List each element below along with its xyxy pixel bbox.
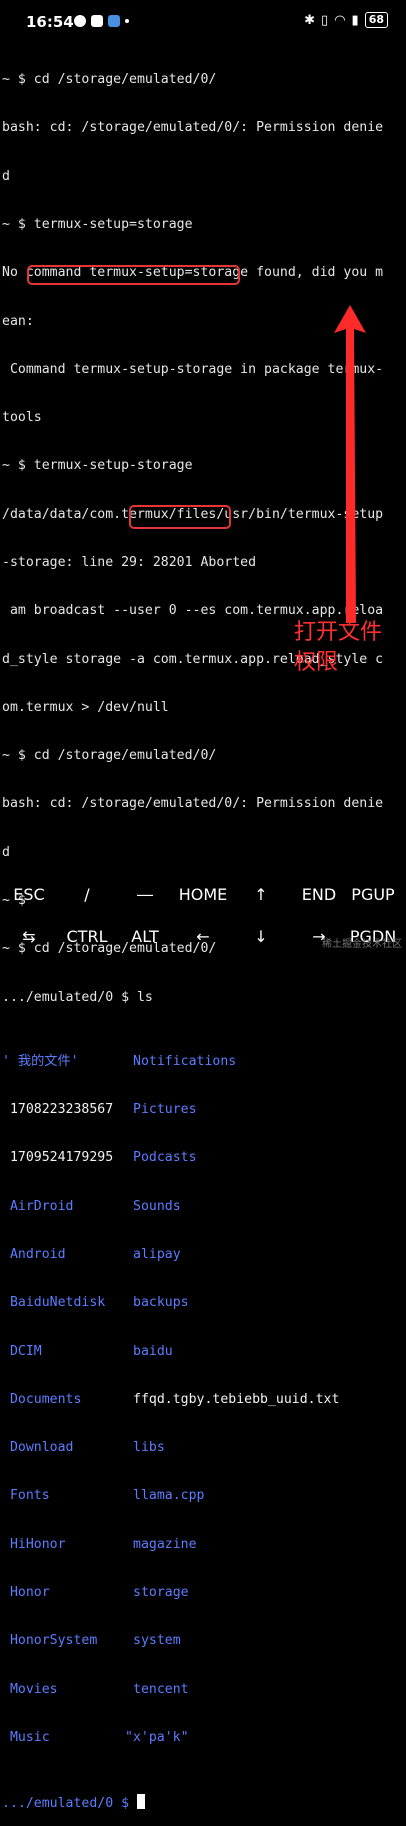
ls-entry: tencent [133,1681,189,1697]
key-up[interactable]: ↑ [232,878,290,912]
ls-entry: HiHonor [2,1536,66,1552]
ls-entry: HonorSystem [2,1633,98,1649]
terminal-line: bash: cd: /storage/emulated/0/: Permissi… [2,120,384,136]
ls-entry: Music [2,1729,50,1745]
signal-icon: ▮ [351,12,359,28]
key-left[interactable]: ← [174,920,232,954]
highlight-box-llama [129,505,231,529]
ls-entry: storage [133,1585,189,1600]
terminal-line: d [2,844,10,860]
ls-entry: Honor [2,1585,50,1600]
ls-entry: AirDroid [2,1198,74,1214]
ls-row: Music "x'pa'k" [2,1730,404,1746]
terminal-line: .../emulated/0 $ ls [2,989,153,1005]
wifi-icon: ◠ [334,12,346,28]
key-dash[interactable]: ― [116,878,174,912]
key-down[interactable]: ↓ [232,920,290,954]
ls-row: BaiduNetdisk backups [2,1295,404,1311]
vibrate-icon: ▯ [321,12,329,28]
ls-row: Fonts llama.cpp [2,1488,404,1504]
terminal-line: d [2,168,10,184]
ls-row: HiHonor magazine [2,1537,404,1553]
ls-entry: system [133,1633,181,1649]
ls-entry: Pictures [133,1102,197,1118]
watermark: 稀土掘金技术社区 [322,939,402,950]
annotation-arrow-icon [334,305,366,623]
annotation-line-1: 打开文件 [294,620,383,645]
status-icons: ✱ ▯ ◠ ▮ 68 [304,12,388,28]
ls-entry: baidu [133,1343,173,1359]
terminal-line: ~ $ termux-setup=storage [2,217,193,233]
more-dot-icon [125,19,129,23]
key-ctrl[interactable]: CTRL [58,920,116,954]
ls-entry: DCIM [2,1343,42,1359]
ls-row: Honor storage [2,1585,404,1601]
ls-row: HonorSystem system [2,1633,404,1649]
extra-keys-bar: ESC / ― HOME ↑ END PGUP ⇆ CTRL ALT ← ↓ →… [0,876,406,952]
annotation-text: 打开文件 权限 [294,618,404,678]
ls-row: AirDroid Sounds [2,1199,404,1215]
annotation-line-2: 权限 [294,650,339,675]
key-slash[interactable]: / [58,878,116,912]
ls-entry: magazine [133,1536,197,1552]
ls-entry: Documents [2,1391,82,1407]
ls-entry: Fonts [2,1488,50,1504]
clock: 16:54 [26,13,74,31]
prompt-line[interactable]: .../emulated/0 $ [2,1794,404,1812]
ls-entry: Notifications [133,1053,237,1069]
ls-entry: Android [2,1247,66,1263]
ls-entry: Podcasts [133,1150,197,1166]
key-tab[interactable]: ⇆ [0,920,58,954]
bluetooth-icon: ✱ [304,12,316,28]
ls-entry: Movies [2,1681,58,1697]
ls-row: Android alipay [2,1247,404,1263]
ls-entry: alipay [133,1247,181,1263]
ls-row: DCIM baidu [2,1344,404,1360]
ls-entry: backups [133,1295,189,1311]
text-cursor [136,1794,145,1810]
notification-icon [74,15,86,27]
ls-row: Download libs [2,1440,404,1456]
status-bar: 16:54 ✱ ▯ ◠ ▮ 68 [0,0,406,40]
ls-entry: Download [2,1440,74,1456]
ls-entry: libs [133,1440,165,1456]
app-notification-icon-2 [108,15,120,27]
key-home[interactable]: HOME [174,878,232,912]
prompt: .../emulated/0 $ [2,1796,137,1812]
ls-row: 1709524179295 Podcasts [2,1150,404,1166]
terminal-line: ~ $ cd /storage/emulated/0/ [2,748,217,764]
ls-entry: llama.cpp [133,1488,205,1504]
key-pgup[interactable]: PGUP [344,878,402,912]
key-end[interactable]: END [290,878,348,912]
terminal-line: ~ $ cd /storage/emulated/0/ [2,72,217,88]
ls-entry: Sounds [133,1198,181,1214]
ls-entry: 1709524179295 [2,1150,114,1166]
ls-row: ' 我的文件' Notifications [2,1054,404,1070]
battery-indicator: 68 [364,12,388,28]
ls-entry: 1708223238567 [2,1102,114,1118]
terminal-line: bash: cd: /storage/emulated/0/: Permissi… [2,796,384,812]
terminal-line: om.termux > /dev/null [2,699,169,715]
ls-entry: "x'pa'k" [125,1729,189,1745]
ls-entry: ffqd.tgby.tebiebb_uuid.txt [133,1391,340,1407]
ls-row: Documents ffqd.tgby.tebiebb_uuid.txt [2,1392,404,1408]
ls-entry: BaiduNetdisk [2,1295,106,1311]
key-alt[interactable]: ALT [116,920,174,954]
ls-entry: ' 我的文件' [2,1053,79,1069]
app-notification-icon [91,15,103,27]
ls-row: 1708223238567 Pictures [2,1102,404,1118]
ls-row: Movies tencent [2,1682,404,1698]
key-esc[interactable]: ESC [0,878,58,912]
highlight-box-cd-command [27,265,240,285]
